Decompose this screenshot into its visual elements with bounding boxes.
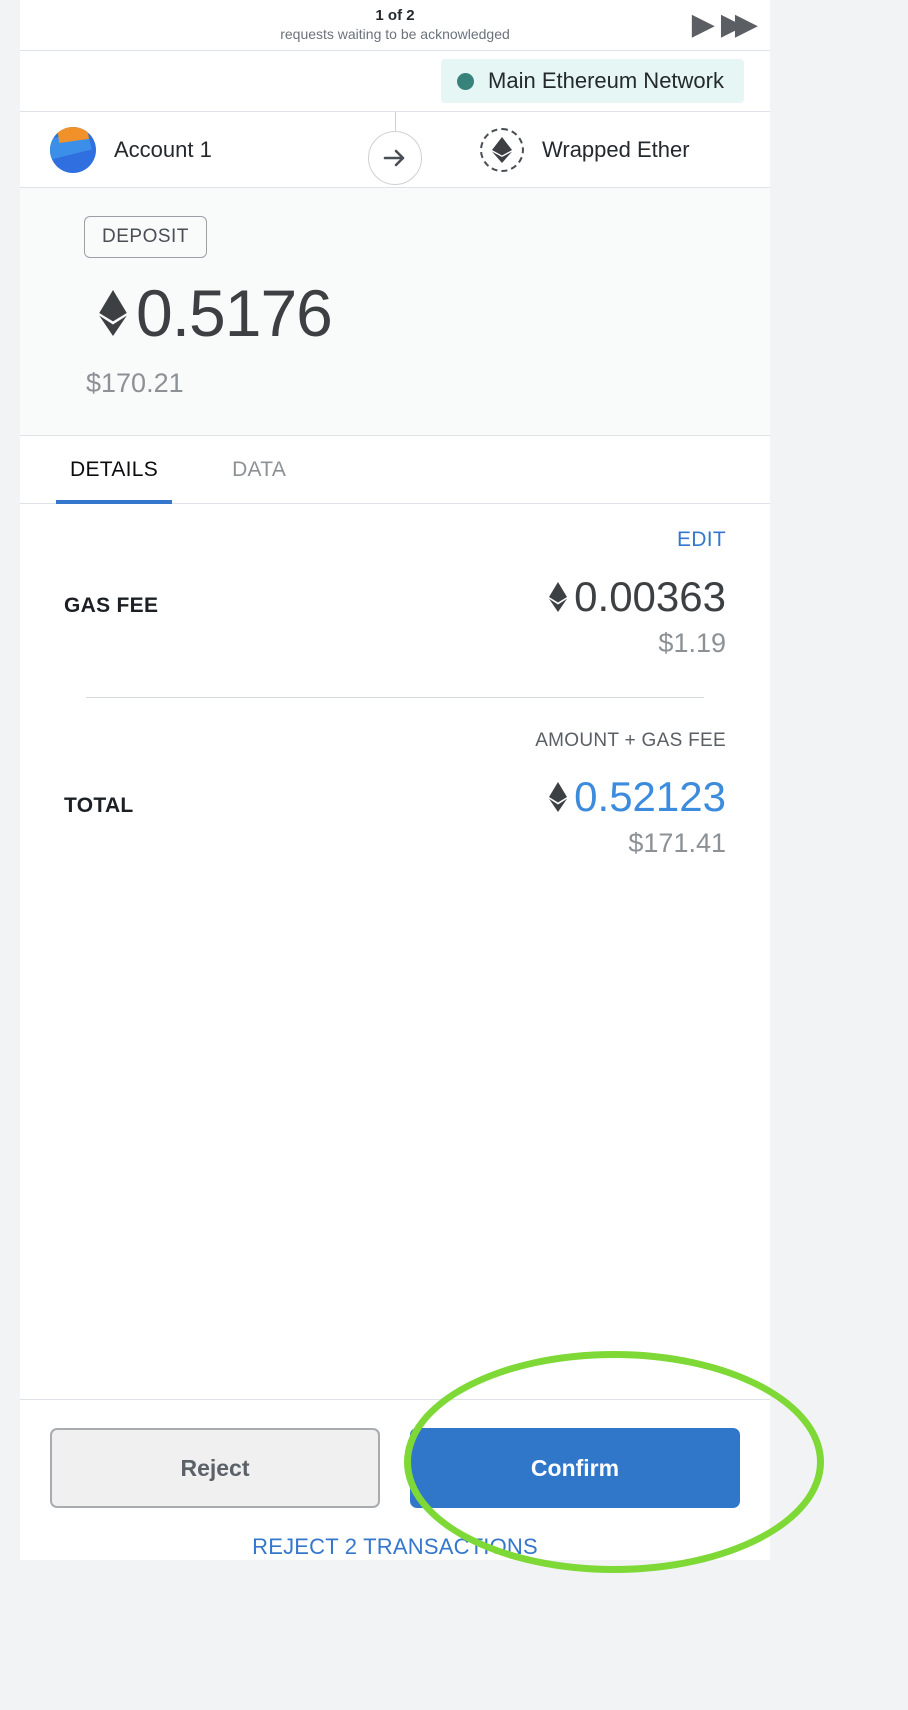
amount-section: DEPOSIT 0.5176 $170.21: [20, 188, 770, 436]
transfer-arrow: [368, 112, 422, 185]
pending-requests-bar: 1 of 2 requests waiting to be acknowledg…: [20, 0, 770, 51]
ethereum-diamond-icon: [99, 290, 127, 336]
ethereum-diamond-icon: [549, 582, 568, 613]
arrow-right-icon: [368, 131, 422, 185]
total-sub-label: AMOUNT + GAS FEE: [535, 730, 726, 752]
transaction-confirmation-popup: 1 of 2 requests waiting to be acknowledg…: [20, 0, 770, 1560]
gas-fee-crypto-line: 0.00363: [547, 573, 726, 620]
pending-navigation: ▶ ▶▶: [692, 10, 758, 40]
details-panel: EDIT GAS FEE 0.00363 $1.19 AMOUNT + GAS …: [20, 504, 770, 1399]
sender-name: Account 1: [114, 136, 212, 162]
account-identicon-icon: [50, 126, 96, 173]
network-row: Main Ethereum Network: [20, 51, 770, 112]
pending-requests-text: 1 of 2 requests waiting to be acknowledg…: [280, 7, 510, 43]
amount-value: 0.5176: [136, 276, 333, 350]
network-badge[interactable]: Main Ethereum Network: [441, 59, 744, 103]
gas-fee-label: GAS FEE: [64, 594, 159, 617]
network-status-dot: [457, 72, 475, 90]
pending-subtitle: requests waiting to be acknowledged: [280, 25, 510, 42]
confirm-button[interactable]: Confirm: [410, 1428, 740, 1508]
pending-count: 1 of 2: [375, 6, 415, 24]
total-fiat-value: $171.41: [628, 828, 726, 859]
recipient[interactable]: Wrapped Ether: [395, 127, 770, 172]
sender[interactable]: Account 1: [20, 126, 395, 173]
network-name: Main Ethereum Network: [488, 68, 724, 93]
tab-bar: DETAILS DATA: [20, 436, 770, 504]
last-request-icon[interactable]: ▶▶: [721, 10, 758, 40]
total-values: 0.52123 $171.41: [547, 773, 726, 859]
gas-fee-values: 0.00363 $1.19: [547, 573, 726, 659]
footer-buttons: Reject Confirm: [50, 1428, 740, 1508]
transaction-type-badge: DEPOSIT: [84, 216, 207, 258]
gas-fee-value: 0.00363: [574, 573, 726, 620]
total-row: TOTAL 0.52123 $171.41: [64, 752, 726, 859]
edit-gas-link[interactable]: EDIT: [64, 504, 726, 552]
ethereum-token-icon: [480, 127, 524, 172]
footer: Reject Confirm REJECT 2 TRANSACTIONS: [20, 1399, 770, 1560]
recipient-name: Wrapped Ether: [542, 136, 690, 162]
total-crypto-line: 0.52123: [547, 773, 726, 821]
sender-recipient-row: Account 1 Wrapped Ether: [20, 112, 770, 188]
tab-data[interactable]: DATA: [218, 436, 300, 504]
amount-fiat-value: $170.21: [86, 368, 184, 398]
gas-fee-row: GAS FEE 0.00363 $1.19: [64, 552, 726, 659]
total-label: TOTAL: [64, 794, 134, 818]
reject-button[interactable]: Reject: [50, 1428, 380, 1508]
reject-all-transactions-link[interactable]: REJECT 2 TRANSACTIONS: [50, 1534, 740, 1560]
ethereum-diamond-icon: [549, 782, 568, 813]
gas-fee-fiat-value: $1.19: [658, 628, 726, 659]
amount-line: 0.5176: [96, 280, 770, 346]
tab-details[interactable]: DETAILS: [56, 436, 173, 504]
next-request-icon[interactable]: ▶: [692, 10, 715, 40]
total-value: 0.52123: [574, 773, 726, 821]
connector-line: [394, 112, 396, 131]
